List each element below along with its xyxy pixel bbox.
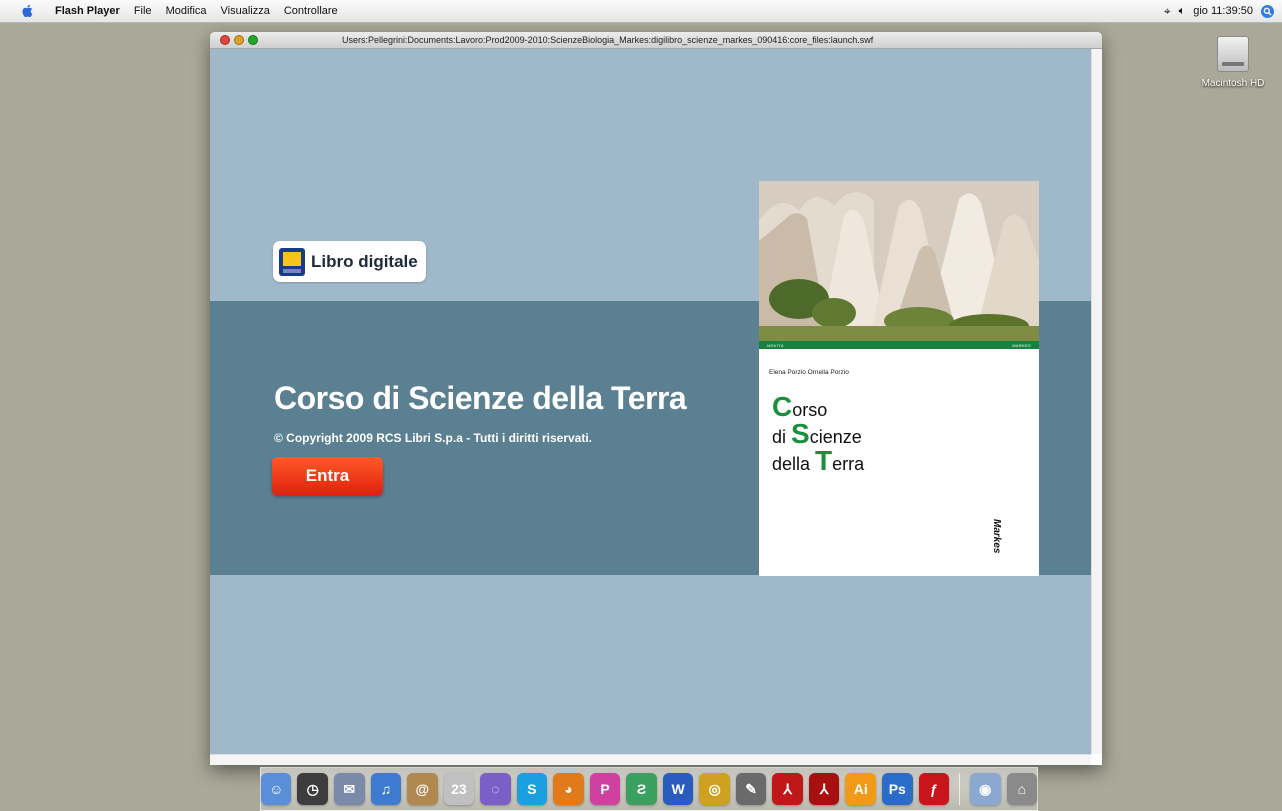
hard-drive-icon <box>1217 36 1249 72</box>
swf-content: Libro digitale Corso di Scienze della Te… <box>210 49 1091 754</box>
minimize-icon[interactable] <box>234 35 244 45</box>
copyright-text: © Copyright 2009 RCS Libri S.p.a - Tutti… <box>274 431 592 445</box>
dock-acrobat-reader-icon[interactable]: ⅄ <box>772 773 803 805</box>
dock-pages-icon[interactable]: P <box>589 773 621 805</box>
menu-modifica[interactable]: Modifica <box>159 0 214 22</box>
cover-strip: NOVITÀ MARKES <box>759 341 1039 349</box>
spotlight-icon[interactable] <box>1261 4 1274 18</box>
cover-strip-left: NOVITÀ <box>767 342 784 348</box>
dock-trash-icon[interactable]: ⌂ <box>1006 773 1038 805</box>
badge-label: Libro digitale <box>311 251 418 271</box>
dock-itunes-icon[interactable]: ♫ <box>370 773 402 805</box>
digital-book-icon <box>279 247 305 276</box>
dock: ☺ ◷ ✉ ♫ @23 ◌ S ◕ P Ƨ W ◎ ✎ ⅄ ⅄ Ai Ps ƒ ◉ ⌂ <box>260 767 1038 811</box>
cover-strip-right: MARKES <box>1012 342 1031 348</box>
cover-title: Corso di Scienze della Terra <box>772 391 865 476</box>
menu-controllare[interactable]: Controllare <box>277 0 345 22</box>
dock-flash-icon[interactable]: ƒ <box>918 773 950 805</box>
menubar: Flash Player File Modifica Visualizza Co… <box>0 0 1282 23</box>
menu-app-name[interactable]: Flash Player <box>48 0 127 22</box>
book-cover: NOVITÀ MARKES Elena Porzio Ornella Porzi… <box>759 181 1039 576</box>
cover-photo <box>759 181 1039 341</box>
zoom-icon[interactable] <box>248 35 258 45</box>
menu-file[interactable]: File <box>127 0 159 22</box>
volume-icon[interactable]: 🔈︎ <box>1179 5 1186 18</box>
dock-separator <box>959 773 960 805</box>
dock-dashboard-icon[interactable]: ◷ <box>297 773 329 805</box>
dock-app-tools-icon[interactable]: ✎ <box>735 773 767 805</box>
dock-ical-icon[interactable]: 23 <box>443 773 475 805</box>
course-title: Corso di Scienze della Terra <box>274 380 687 416</box>
cover-publisher: Markes <box>991 519 1002 554</box>
dock-mail-icon[interactable]: ✉ <box>334 773 365 805</box>
apple-menu-icon[interactable] <box>20 4 34 18</box>
dock-firefox-icon[interactable]: ◕ <box>553 773 584 805</box>
dock-app-blue-icon[interactable]: W <box>662 773 694 805</box>
dock-dreamweaver-icon[interactable]: Ƨ <box>626 773 657 805</box>
dock-skype-icon[interactable]: S <box>516 773 548 805</box>
binoculars-icon[interactable]: ⌖ <box>1164 4 1171 19</box>
menubar-clock[interactable]: gio 11:39:50 <box>1193 5 1253 17</box>
libro-digitale-badge: Libro digitale <box>273 241 426 282</box>
cover-authors: Elena Porzio Ornella Porzio <box>769 369 849 376</box>
menu-visualizza[interactable]: Visualizza <box>214 0 277 22</box>
hd-label: Macintosh HD <box>1201 78 1265 89</box>
horizontal-scrollbar[interactable] <box>210 754 1091 765</box>
window-controls <box>220 35 258 45</box>
vertical-scrollbar[interactable] <box>1091 49 1102 754</box>
dock-photoshop-icon[interactable]: Ps <box>881 773 913 805</box>
desktop-hd[interactable]: Macintosh HD <box>1196 36 1270 89</box>
menubar-status: ⌖ 🔈︎ gio 11:39:50 <box>1164 0 1274 22</box>
close-icon[interactable] <box>220 35 230 45</box>
dock-downloads-stack-icon[interactable]: ◉ <box>970 773 1001 805</box>
dock-illustrator-icon[interactable]: Ai <box>845 773 876 805</box>
flash-player-window: Users:Pellegrini:Documents:Lavoro:Prod20… <box>210 32 1102 765</box>
enter-button[interactable]: Entra <box>272 457 383 495</box>
cover-title-line-3: della Terra <box>772 445 865 476</box>
dock-address-book-icon[interactable]: @ <box>407 773 438 805</box>
cover-title-line-1: Corso <box>772 391 828 422</box>
dock-acrobat-pro-icon[interactable]: ⅄ <box>808 773 840 805</box>
window-title: Users:Pellegrini:Documents:Lavoro:Prod20… <box>342 35 874 45</box>
dock-app-network-icon[interactable]: ◎ <box>699 773 730 805</box>
window-titlebar[interactable]: Users:Pellegrini:Documents:Lavoro:Prod20… <box>210 32 1102 49</box>
dock-finder-icon[interactable]: ☺ <box>260 773 292 805</box>
dock-ichat-icon[interactable]: ◌ <box>480 773 511 805</box>
